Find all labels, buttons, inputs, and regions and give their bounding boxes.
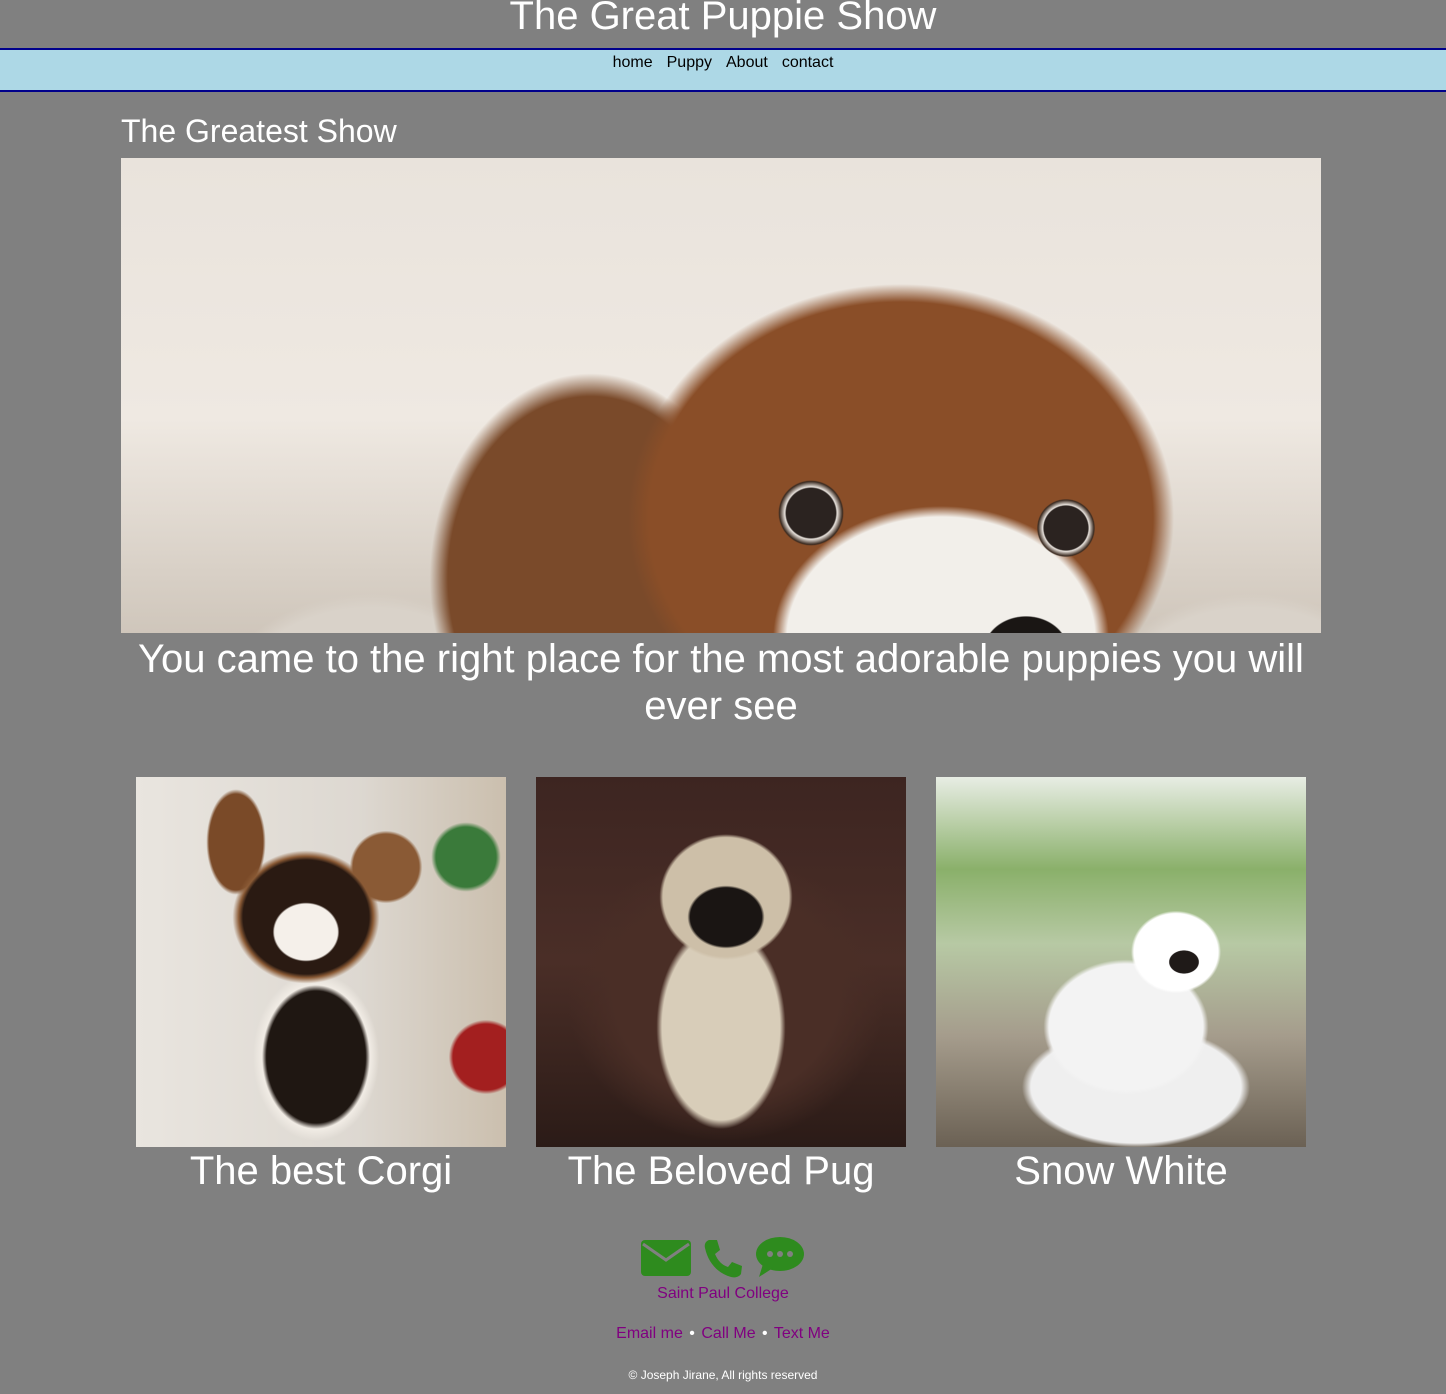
- nav-link-home[interactable]: home: [613, 54, 653, 71]
- hero-caption: You came to the right place for the most…: [138, 637, 1304, 728]
- envelope-icon[interactable]: [641, 1238, 691, 1278]
- call-me-link[interactable]: Call Me: [701, 1325, 755, 1342]
- section-heading: The Greatest Show: [121, 113, 397, 149]
- separator: •: [689, 1325, 695, 1342]
- contact-links: Email me • Call Me • Text Me: [0, 1324, 1446, 1344]
- snow-white-photo: [936, 777, 1306, 1147]
- chat-bubble-icon[interactable]: [755, 1236, 805, 1278]
- puppy-card-snow-white: Snow White: [936, 777, 1306, 1195]
- corgi-caption: The best Corgi: [189, 1149, 453, 1193]
- hero-puppy-image: [121, 158, 1321, 633]
- phone-icon[interactable]: [703, 1238, 743, 1278]
- nav-link-contact[interactable]: contact: [782, 54, 834, 71]
- site-header: The Great Puppie Show: [0, 0, 1446, 48]
- separator: •: [762, 1325, 768, 1342]
- pug-caption: The Beloved Pug: [567, 1149, 875, 1193]
- copyright: © Joseph Jirane, All rights reserved: [628, 1368, 818, 1382]
- site-title: The Great Puppie Show: [509, 0, 937, 38]
- puppy-card-corgi: The best Corgi: [136, 777, 506, 1195]
- text-me-link[interactable]: Text Me: [774, 1325, 830, 1342]
- pug-photo: [536, 777, 906, 1147]
- contact-icons: [0, 1236, 1446, 1278]
- nav-link-about[interactable]: About: [726, 54, 768, 71]
- college-link[interactable]: Saint Paul College: [0, 1284, 1446, 1304]
- snow-white-caption: Snow White: [1014, 1149, 1228, 1193]
- puppy-card-pug: The Beloved Pug: [536, 777, 906, 1195]
- main-nav: home Puppy About contact: [0, 48, 1446, 92]
- corgi-photo: [136, 777, 506, 1147]
- email-me-link[interactable]: Email me: [616, 1325, 683, 1342]
- nav-link-puppy[interactable]: Puppy: [667, 54, 712, 71]
- nav-list: home Puppy About contact: [606, 53, 841, 73]
